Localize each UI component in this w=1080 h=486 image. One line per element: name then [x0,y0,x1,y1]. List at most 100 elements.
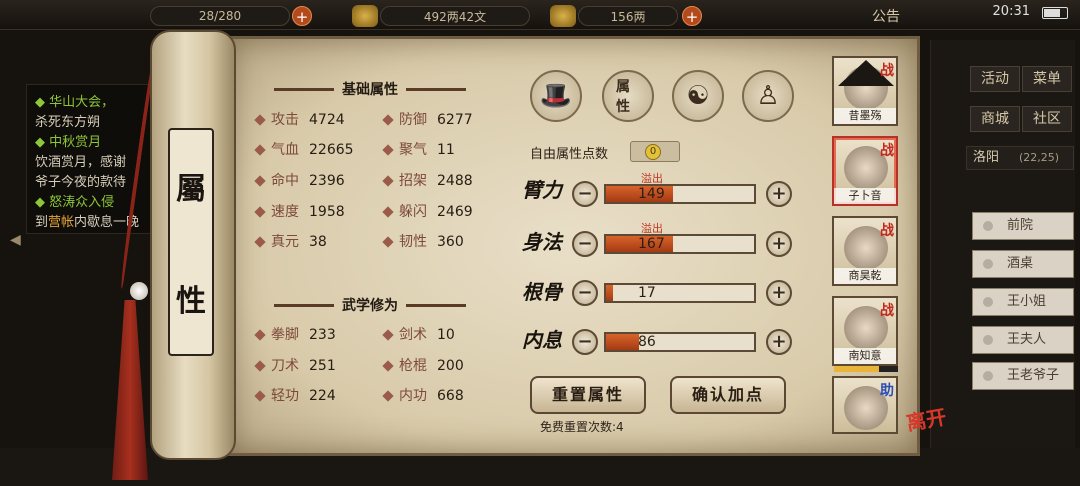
hat-icon[interactable]: 🎩 [530,70,582,122]
party-member[interactable]: 助 [832,376,898,434]
menu-activity-button[interactable]: 活动 [970,66,1020,92]
quest-title[interactable]: ◆ 中秋赏月 [35,133,167,153]
menu-menu-button[interactable]: 菜单 [1022,66,1072,92]
basic-stats-header: 基础属性 [250,78,490,100]
place-item[interactable]: 王夫人 [972,326,1074,354]
free-points-box: 0 [630,141,680,162]
confirm-points-button[interactable]: 确认加点 [670,376,786,414]
attr-breath-bar: 86 [604,332,756,352]
quest-desc-prefix: 到 [35,215,49,230]
stat-value: 360 [437,234,464,250]
battle-tag: 战 [880,63,894,79]
quest-desc: 爷子今夜的款待 [35,175,127,190]
collapse-arrow-icon[interactable]: ◀ [10,232,21,248]
quest-title[interactable]: ◆ 怒涛众入侵 [35,193,167,213]
attr-breath-minus-button[interactable]: − [572,329,598,355]
attr-strength-plus-button[interactable]: + [766,181,792,207]
yinyang-icon[interactable]: ☯ [672,70,724,122]
free-reset-count: 免费重置次数:4 [540,420,624,434]
reset-attributes-button[interactable]: 重置属性 [530,376,646,414]
party-health-bar [834,366,898,372]
quest-desc: 饮酒赏月，感谢 [35,155,127,170]
attr-constitution-bar: 17 [604,283,756,303]
stat-speed: 速度 1958 [254,202,345,222]
quest-title-text: 中秋赏月 [49,135,102,150]
stat-hp: 气血 22665 [254,140,354,160]
stat-label: 内功 [399,388,427,404]
stat-value: 668 [437,388,464,404]
stat-label: 招架 [399,173,427,189]
martial-stats-title: 武学修为 [342,298,398,314]
attr-agility-label: 身法 [522,230,562,254]
add-stamina-button[interactable]: + [292,6,312,26]
battle-tag: 战 [880,143,894,159]
body-icon[interactable]: ♙ [742,70,794,122]
scroll-attr-icon[interactable]: 属性 [602,70,654,122]
clock: 20:31 [992,4,1030,19]
bead-decoration [130,282,148,300]
place-item[interactable]: 王小姐 [972,288,1074,316]
party-member-selected[interactable]: 战子卜音 [832,136,898,206]
stat-value: 233 [309,327,336,343]
stat-label: 防御 [399,112,427,128]
quest-highlight[interactable]: 营帐 [48,215,74,230]
attr-constitution-plus-button[interactable]: + [766,280,792,306]
stat-value: 251 [309,358,336,374]
attr-agility-value: 167 [638,236,665,252]
stat-label: 速度 [271,204,299,220]
stat-label: 枪棍 [399,358,427,374]
place-item[interactable]: 前院 [972,212,1074,240]
battle-tag: 战 [880,223,894,239]
party-member[interactable]: 战昔墨殇 [832,56,898,126]
attr-agility-plus-button[interactable]: + [766,231,792,257]
quest-title-text: 华山大会， [49,95,115,110]
location-coords: (22,25) [1019,151,1060,164]
party-member[interactable]: 战商昊乾 [832,216,898,286]
stat-label: 攻击 [271,112,299,128]
gold-icon [550,5,576,27]
stat-label: 气血 [271,142,299,158]
party-member-name: 商昊乾 [834,268,896,284]
stat-value: 10 [437,327,455,343]
stat-label: 躲闪 [399,204,427,220]
place-item[interactable]: 酒桌 [972,250,1074,278]
attr-strength-minus-button[interactable]: − [572,181,598,207]
menu-community-button[interactable]: 社区 [1022,106,1072,132]
quest-title-text: 怒涛众入侵 [49,195,115,210]
stamina-value: 28/280 [198,9,242,23]
stat-lightness: 轻功 224 [254,386,336,406]
stat-sword: 剑术 10 [382,325,455,345]
scroll-title: 屬 性 [168,128,214,356]
quest-desc: 到营帐内歇息一晚 [35,213,167,233]
battery-icon [1042,7,1068,19]
stat-spear: 枪棍 200 [382,356,464,376]
stat-value: 38 [309,234,327,250]
silver-display: 492两42文 [380,6,530,26]
stat-value: 11 [437,142,455,158]
menu-shop-button[interactable]: 商城 [970,106,1020,132]
place-item[interactable]: 王老爷子 [972,362,1074,390]
tassel-decoration [112,300,148,480]
stat-toughness: 韧性 360 [382,232,464,252]
stat-value: 2469 [437,204,473,220]
stat-qi: 真元 38 [254,232,327,252]
attr-breath-plus-button[interactable]: + [766,329,792,355]
location-display[interactable]: 洛阳 (22,25) [966,146,1074,170]
attr-strength-label: 臂力 [522,178,562,202]
attr-agility-minus-button[interactable]: − [572,231,598,257]
stat-hit: 命中 2396 [254,171,345,191]
attr-constitution-minus-button[interactable]: − [572,280,598,306]
attr-breath-label: 内息 [522,328,562,352]
silver-value: 492两42文 [423,9,487,24]
stat-parry: 招架 2488 [382,171,473,191]
stat-value: 22665 [309,142,354,158]
announce-button[interactable]: 公告 [872,6,900,26]
attr-agility-bar: 167 [604,234,756,254]
stat-value: 4724 [309,112,345,128]
attr-strength-bar: 149 [604,184,756,204]
battle-tag: 战 [880,303,894,319]
add-gold-button[interactable]: + [682,6,702,26]
stat-value: 2488 [437,173,473,189]
stat-label: 剑术 [399,327,427,343]
party-member[interactable]: 战南知意 [832,296,898,366]
